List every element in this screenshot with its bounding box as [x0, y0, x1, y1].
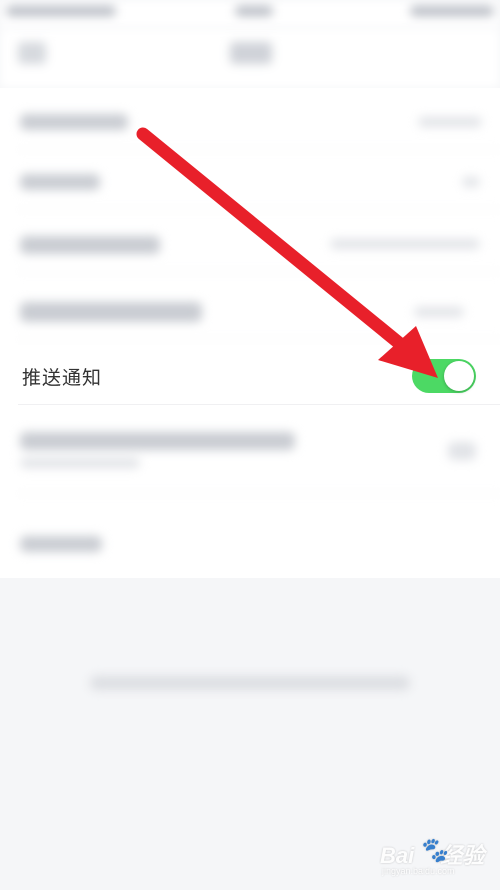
- settings-row[interactable]: [0, 90, 500, 150]
- watermark-url: jingyan.baidu.com: [382, 866, 455, 876]
- baidu-paw-icon: 🐾: [418, 837, 448, 864]
- back-arrow-icon[interactable]: [18, 42, 46, 64]
- watermark-brand-prefix: Bai: [380, 843, 415, 868]
- settings-list: [0, 88, 500, 578]
- status-battery-icon: [410, 6, 494, 16]
- push-notification-toggle[interactable]: [412, 359, 476, 393]
- status-bar: [0, 0, 500, 28]
- settings-row[interactable]: [0, 150, 500, 210]
- push-notification-label: 推送通知: [22, 368, 103, 389]
- status-carrier: [6, 6, 116, 16]
- push-notification-row[interactable]: 推送通知: [0, 345, 500, 405]
- baidu-jingyan-watermark: Bai 🐾 经验 jingyan.baidu.com: [380, 837, 492, 882]
- nav-bar: [0, 28, 500, 88]
- footer-hint-text: [90, 676, 410, 690]
- page-title: [230, 42, 272, 64]
- settings-row[interactable]: [0, 418, 500, 494]
- toggle-knob: [444, 361, 474, 391]
- settings-row[interactable]: [0, 516, 500, 576]
- status-time: [235, 6, 273, 16]
- settings-row[interactable]: [0, 280, 500, 340]
- settings-row[interactable]: [0, 212, 500, 272]
